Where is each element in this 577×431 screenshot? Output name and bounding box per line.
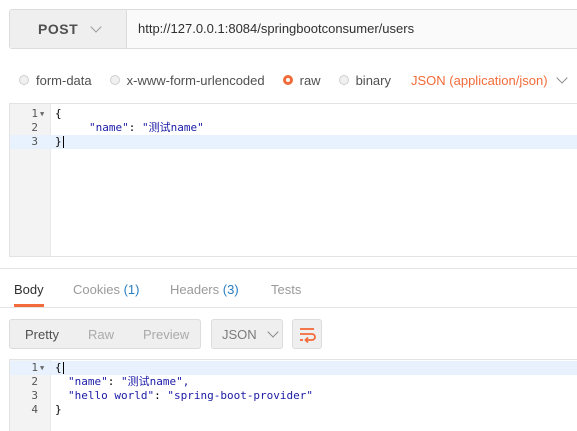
radio-circle	[19, 75, 29, 85]
chevron-down-icon	[90, 20, 102, 33]
tab-cookies[interactable]: Cookies (1)	[73, 269, 139, 307]
view-mode-segment: Pretty Raw Preview	[9, 319, 201, 349]
radio-circle	[338, 75, 349, 85]
body-type-options: form-data x-www-form-urlencoded raw bina…	[19, 70, 568, 90]
radio-label: binary	[355, 72, 391, 88]
radio-circle	[109, 75, 120, 85]
radio-label: raw	[299, 72, 321, 88]
radio-form-data[interactable]: form-data	[19, 73, 92, 88]
fold-arrow-icon[interactable]: ▼	[40, 107, 44, 121]
format-dropdown[interactable]: JSON	[211, 319, 283, 349]
line-number: 3	[31, 135, 38, 148]
code-line: 2 "name": "测试name"	[10, 121, 577, 135]
code-line-active: 1 ▼ {	[10, 361, 577, 375]
tab-body[interactable]: Body	[14, 269, 44, 307]
tab-headers[interactable]: Headers (3)	[170, 269, 239, 307]
json-value: "测试name",	[121, 375, 190, 388]
json-brace: }	[55, 135, 62, 148]
radio-x-www-form-urlencoded[interactable]: x-www-form-urlencoded	[109, 72, 265, 88]
radio-label: form-data	[36, 72, 92, 88]
code-line: 1 ▼ {	[10, 107, 577, 121]
code-line: 3 "hello world": "spring-boot-provider"	[10, 389, 577, 403]
response-body-viewer[interactable]: 1 ▼ { 2 "name": "测试name", 3 "hello world…	[9, 359, 577, 431]
request-bar: POST http://127.0.0.1:8084/springbootcon…	[9, 9, 577, 49]
code-line-active: 3 }	[10, 135, 577, 149]
json-colon: :	[128, 121, 142, 134]
method-label: POST	[38, 21, 79, 37]
chevron-down-icon	[555, 71, 568, 84]
json-key: "name"	[89, 121, 129, 134]
radio-binary[interactable]: binary	[338, 72, 391, 88]
json-value: "spring-boot-provider"	[167, 389, 314, 402]
tab-label: Headers	[170, 282, 220, 297]
json-brace: {	[55, 361, 62, 374]
line-number: 1	[31, 107, 38, 120]
text-cursor	[62, 136, 64, 148]
line-number: 1	[31, 361, 38, 374]
radio-label: x-www-form-urlencoded	[126, 72, 265, 88]
code-line: 4 }	[10, 403, 577, 417]
fold-arrow-icon[interactable]: ▼	[40, 361, 44, 375]
view-raw-button[interactable]: Raw	[88, 327, 114, 342]
text-cursor	[62, 362, 64, 374]
line-number: 4	[31, 403, 38, 416]
content-type-dropdown[interactable]: JSON (application/json)	[411, 71, 568, 88]
chevron-down-icon	[267, 325, 279, 338]
wrap-lines-button[interactable]	[292, 319, 322, 349]
wrap-lines-icon	[300, 328, 316, 344]
tab-label: Cookies	[73, 282, 120, 297]
json-brace: {	[55, 107, 62, 120]
view-pretty-button[interactable]: Pretty	[25, 327, 59, 342]
tab-label: Body	[14, 282, 44, 297]
json-value: "测试name"	[142, 121, 204, 134]
response-tabs: Body Cookies (1) Headers (3) Tests	[0, 268, 577, 308]
tab-tests[interactable]: Tests	[271, 269, 301, 307]
content-type-label: JSON (application/json)	[411, 72, 548, 88]
tab-label: Tests	[271, 282, 302, 297]
line-number: 2	[31, 121, 38, 134]
line-number: 3	[31, 389, 38, 402]
json-brace: }	[55, 403, 62, 416]
tab-count-badge: (1)	[123, 282, 140, 297]
request-body-editor[interactable]: 1 ▼ { 2 "name": "测试name" 3 }	[9, 103, 577, 257]
radio-circle-selected	[282, 75, 293, 85]
view-preview-button[interactable]: Preview	[143, 327, 189, 342]
json-key: "name"	[68, 375, 108, 388]
json-key: "hello world"	[68, 389, 155, 402]
format-label: JSON	[222, 326, 257, 342]
url-input[interactable]: http://127.0.0.1:8084/springbootconsumer…	[138, 10, 414, 48]
method-select[interactable]: POST	[10, 10, 127, 48]
tab-count-badge: (3)	[222, 282, 239, 297]
radio-raw[interactable]: raw	[282, 72, 321, 88]
code-line: 2 "name": "测试name",	[10, 375, 577, 389]
line-number: 2	[31, 375, 38, 388]
